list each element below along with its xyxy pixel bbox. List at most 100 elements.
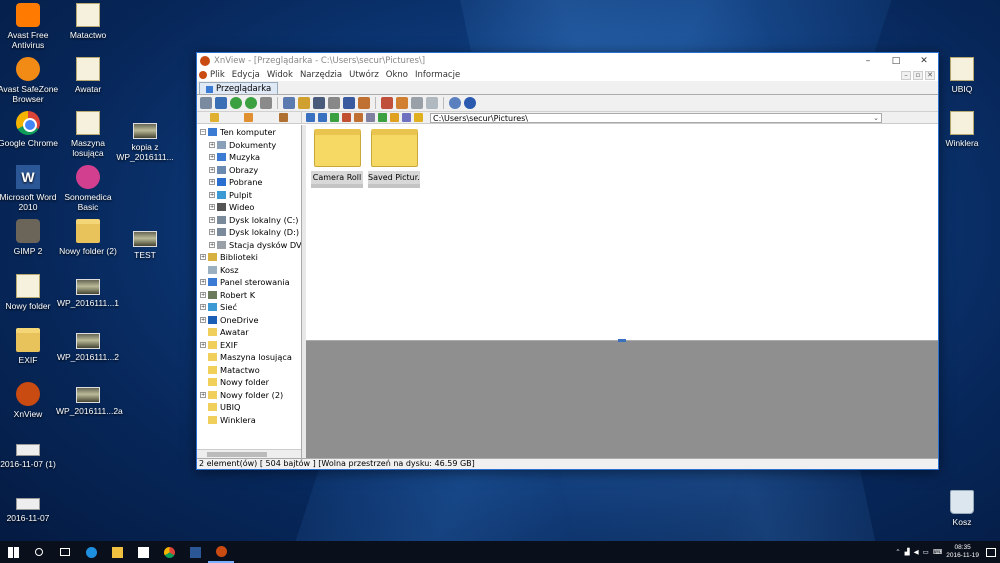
mdi-minimize-button[interactable]: – bbox=[901, 70, 911, 80]
desktop-icon[interactable]: XnView bbox=[0, 382, 60, 419]
desktop-icon[interactable]: Kosz bbox=[930, 490, 994, 527]
clock[interactable]: 08:35 2016-11-19 bbox=[946, 544, 979, 560]
copy-icon[interactable] bbox=[283, 97, 295, 109]
mdi-restore-button[interactable]: ▫ bbox=[913, 70, 923, 80]
chevron-down-icon[interactable]: ⌄ bbox=[873, 114, 879, 123]
tree-item[interactable]: + Dokumenty bbox=[197, 139, 301, 152]
move-icon[interactable] bbox=[298, 97, 310, 109]
menu-okno[interactable]: Okno bbox=[386, 70, 408, 80]
menu-narzedzia[interactable]: Narzędzia bbox=[300, 70, 342, 80]
expand-icon[interactable]: + bbox=[200, 316, 206, 323]
open-icon[interactable] bbox=[200, 97, 212, 109]
expand-icon[interactable]: + bbox=[209, 154, 215, 161]
expand-icon[interactable]: + bbox=[200, 254, 206, 261]
desktop-icon[interactable]: Winklera bbox=[930, 111, 994, 148]
desktop-icon[interactable]: 2016-11-07 bbox=[0, 490, 60, 523]
tree-item[interactable]: + Robert K bbox=[197, 289, 301, 302]
search-button[interactable] bbox=[26, 541, 52, 563]
expand-icon[interactable]: + bbox=[200, 341, 206, 348]
menu-edycja[interactable]: Edycja bbox=[232, 70, 260, 80]
word-button[interactable] bbox=[182, 541, 208, 563]
tree-item[interactable]: + Pobrane bbox=[197, 176, 301, 189]
network-tray-icon[interactable]: ▟ bbox=[905, 548, 910, 556]
forward-icon[interactable] bbox=[245, 97, 257, 109]
folders-tab-icon[interactable] bbox=[209, 113, 219, 122]
tree-item[interactable]: Maszyna losująca bbox=[197, 351, 301, 364]
desktop-icon[interactable]: TEST bbox=[113, 226, 177, 260]
tree-item[interactable]: + Stacja dysków DVD bbox=[197, 239, 301, 252]
back-icon[interactable] bbox=[230, 97, 242, 109]
explorer-button[interactable] bbox=[104, 541, 130, 563]
acquire-icon[interactable] bbox=[260, 97, 272, 109]
maximize-button[interactable]: □ bbox=[882, 56, 910, 66]
tree-item[interactable]: Nowy folder bbox=[197, 376, 301, 389]
refresh-icon[interactable] bbox=[402, 113, 411, 122]
tree-item[interactable]: + Wideo bbox=[197, 201, 301, 214]
tree-item[interactable]: + Pulpit bbox=[197, 189, 301, 202]
tree-item[interactable]: + Obrazy bbox=[197, 164, 301, 177]
close-button[interactable]: ✕ bbox=[910, 56, 938, 66]
menu-widok[interactable]: Widok bbox=[267, 70, 293, 80]
desktop-icon[interactable]: Maszyna losująca bbox=[56, 111, 120, 158]
desktop-icon[interactable]: EXIF bbox=[0, 328, 60, 365]
web-page-icon[interactable] bbox=[411, 97, 423, 109]
expand-icon[interactable]: + bbox=[200, 291, 206, 298]
tree-item[interactable]: Kosz bbox=[197, 264, 301, 277]
tree-horizontal-scrollbar[interactable] bbox=[197, 449, 301, 458]
volume-icon[interactable]: ◀ bbox=[914, 548, 919, 556]
expand-icon[interactable]: + bbox=[200, 279, 206, 286]
menu-plik[interactable]: Plik bbox=[210, 70, 225, 80]
desktop-icon[interactable]: WP_2016111...2 bbox=[56, 328, 120, 362]
settings-icon[interactable] bbox=[449, 97, 461, 109]
expand-icon[interactable]: + bbox=[209, 216, 215, 223]
capture-icon[interactable] bbox=[381, 97, 393, 109]
desktop-icon[interactable]: Google Chrome bbox=[0, 111, 60, 148]
desktop-icon[interactable]: kopia z WP_2016111... bbox=[113, 118, 177, 162]
tree-item[interactable]: + OneDrive bbox=[197, 314, 301, 327]
battery-icon[interactable]: ▭ bbox=[923, 548, 929, 556]
sort-icon[interactable] bbox=[354, 113, 363, 122]
expand-icon[interactable]: + bbox=[209, 241, 215, 248]
desktop-icon[interactable]: Awatar bbox=[56, 57, 120, 94]
tree-item[interactable]: + EXIF bbox=[197, 339, 301, 352]
expand-icon[interactable]: + bbox=[200, 304, 206, 311]
categories-tab-icon[interactable] bbox=[279, 113, 289, 122]
tree-item[interactable]: + Dysk lokalny (D:) bbox=[197, 226, 301, 239]
tree-item[interactable]: Winklera bbox=[197, 414, 301, 427]
tree-item[interactable]: + Sieć bbox=[197, 301, 301, 314]
expand-icon[interactable]: + bbox=[209, 204, 215, 211]
task-view-button[interactable] bbox=[52, 541, 78, 563]
desktop-icon[interactable]: GIMP 2 bbox=[0, 219, 60, 256]
desktop-icon[interactable]: WP_2016111...2a bbox=[56, 382, 123, 416]
tree-item[interactable]: + Muzyka bbox=[197, 151, 301, 164]
desktop-icon[interactable]: Avast Free Antivirus bbox=[0, 3, 60, 50]
menu-utworz[interactable]: Utwórz bbox=[349, 70, 379, 80]
nav-forward-icon[interactable] bbox=[318, 113, 327, 122]
desktop-icon[interactable]: Nowy folder bbox=[0, 274, 60, 311]
expand-icon[interactable]: + bbox=[200, 391, 206, 398]
expand-icon[interactable]: + bbox=[209, 166, 215, 173]
tree-item[interactable]: − Ten komputer bbox=[197, 126, 301, 139]
view-mode-icon[interactable] bbox=[366, 113, 375, 122]
title-bar[interactable]: XnView - [Przeglądarka - C:\Users\secur\… bbox=[197, 53, 938, 69]
desktop-icon[interactable]: Sonomedica Basic bbox=[56, 165, 120, 212]
tree-item[interactable]: + Dysk lokalny (C:) bbox=[197, 214, 301, 227]
favorites-tab-icon[interactable] bbox=[244, 113, 254, 122]
tree-item[interactable]: + Nowy folder (2) bbox=[197, 389, 301, 402]
contact-sheet-icon[interactable] bbox=[426, 97, 438, 109]
folder-action-icon[interactable] bbox=[342, 113, 351, 122]
tree-item[interactable]: + Biblioteki bbox=[197, 251, 301, 264]
batch-icon[interactable] bbox=[396, 97, 408, 109]
slideshow-icon[interactable] bbox=[343, 97, 355, 109]
language-icon[interactable]: ⌨ bbox=[933, 548, 942, 556]
scrollbar-thumb[interactable] bbox=[207, 452, 267, 457]
desktop-icon[interactable]: Matactwo bbox=[56, 3, 120, 40]
xnview-taskbar-button[interactable] bbox=[208, 541, 234, 563]
start-button[interactable] bbox=[0, 541, 26, 563]
expand-icon[interactable]: + bbox=[209, 179, 215, 186]
expand-icon[interactable]: + bbox=[209, 141, 215, 148]
tree-item[interactable]: Matactwo bbox=[197, 364, 301, 377]
desktop-icon[interactable]: Avast SafeZone Browser bbox=[0, 57, 60, 104]
store-button[interactable] bbox=[130, 541, 156, 563]
tree-item[interactable]: + Panel sterowania bbox=[197, 276, 301, 289]
